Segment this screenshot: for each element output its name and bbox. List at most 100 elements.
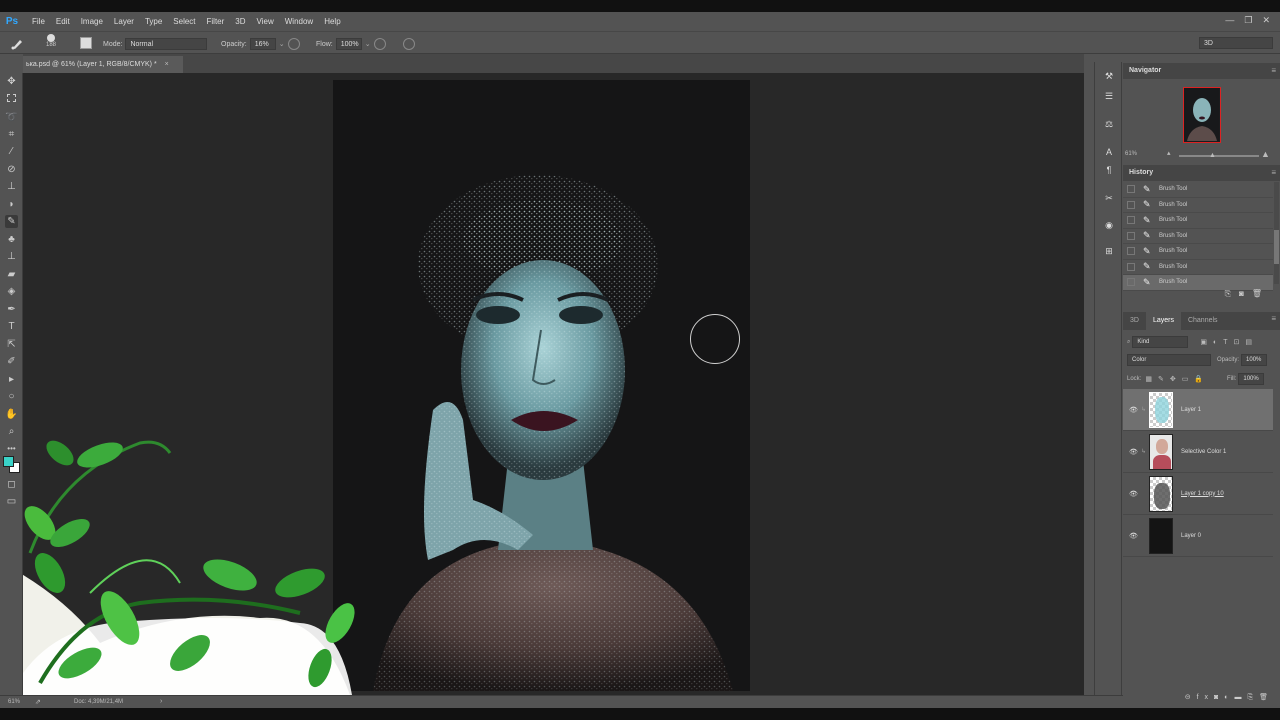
trash-icon[interactable]: 🗑 xyxy=(1259,694,1274,701)
menu-type[interactable]: Type xyxy=(145,17,162,26)
layer-row[interactable]: 👁 ↳ Layer 1 xyxy=(1123,389,1273,431)
blur-icon[interactable]: ▰ xyxy=(5,268,18,281)
menu-file[interactable]: File xyxy=(32,17,45,26)
panel-menu-icon[interactable]: ≡ xyxy=(1271,63,1276,79)
menu-layer[interactable]: Layer xyxy=(114,17,134,26)
lasso-icon[interactable]: ➰ xyxy=(5,111,18,124)
layer-row[interactable]: 👁 Layer 1 copy 10 xyxy=(1123,473,1273,515)
fill-input[interactable]: 100% xyxy=(1238,373,1265,385)
history-snapshot-checkbox[interactable] xyxy=(1127,262,1135,271)
menu-edit[interactable]: Edit xyxy=(56,17,70,26)
mode-select[interactable]: Normal xyxy=(125,38,208,50)
new-group-icon[interactable]: ▬ xyxy=(1235,694,1248,701)
eye-icon[interactable]: 👁 xyxy=(1129,448,1138,456)
adjustment-layer-icon[interactable]: ◐ xyxy=(1224,694,1234,701)
share-icon[interactable]: ⇗ xyxy=(35,698,41,706)
pressure-opacity-icon[interactable] xyxy=(287,38,300,50)
status-menu-arrow-icon[interactable]: › xyxy=(160,698,162,705)
zoom-slider-track[interactable] xyxy=(1179,155,1259,157)
close-button[interactable]: ✕ xyxy=(1262,15,1270,26)
history-item[interactable]: ✎ Brush Tool xyxy=(1123,213,1273,229)
zoom-slider-handle[interactable]: ▲ xyxy=(1209,152,1216,159)
clone-stamp-icon[interactable]: ⊥ xyxy=(5,180,18,193)
navigator-thumbnail[interactable] xyxy=(1183,87,1221,143)
flow-input[interactable]: 100% xyxy=(335,38,362,50)
spot-heal-icon[interactable]: ⊘ xyxy=(5,163,18,176)
opacity-input[interactable]: 16% xyxy=(249,38,276,50)
shape-icon[interactable]: ✐ xyxy=(5,355,18,368)
blend-mode-select[interactable]: Color xyxy=(1127,354,1211,366)
panel-menu-icon[interactable]: ≡ xyxy=(1271,165,1276,181)
brush-size-picker[interactable]: 188 xyxy=(46,34,56,48)
menu-help[interactable]: Help xyxy=(324,17,340,26)
brush-panel-toggle[interactable] xyxy=(80,37,92,49)
lock-icons[interactable]: ▦✎✥▭🔒 xyxy=(1145,375,1209,383)
history-snapshot-checkbox[interactable] xyxy=(1127,278,1135,287)
actions-icon[interactable]: ⊞ xyxy=(1103,245,1115,257)
new-layer-icon[interactable]: ⎘ xyxy=(1248,694,1260,701)
type-icon[interactable]: T xyxy=(5,320,18,333)
hand-tool-icon[interactable]: ✋ xyxy=(5,408,18,421)
opacity-dropdown-icon[interactable]: ⌄ xyxy=(279,40,285,48)
brush-presets-icon[interactable]: ✂ xyxy=(1103,192,1115,204)
zoom-out-icon[interactable]: ▴ xyxy=(1167,149,1171,157)
history-snapshot-checkbox[interactable] xyxy=(1127,216,1135,225)
layer-name[interactable]: Layer 1 xyxy=(1181,407,1273,413)
new-document-from-state-icon[interactable]: ⎘ xyxy=(1225,289,1239,298)
history-item[interactable]: ✎ Brush Tool xyxy=(1123,244,1273,260)
paragraph-icon[interactable]: ¶ xyxy=(1103,164,1115,176)
layer-row[interactable]: 👁 ↳ Selective Color 1 xyxy=(1123,431,1273,473)
trash-icon[interactable]: 🗑 xyxy=(1252,289,1270,298)
menu-filter[interactable]: Filter xyxy=(207,17,225,26)
restore-button[interactable]: ❐ xyxy=(1244,15,1252,26)
layer-name[interactable]: Selective Color 1 xyxy=(1181,449,1273,455)
panel-menu-icon[interactable]: ≡ xyxy=(1271,314,1276,323)
quick-mask-icon[interactable]: ◻ xyxy=(5,478,18,491)
eye-icon[interactable]: 👁 xyxy=(1129,406,1138,414)
hand-icon[interactable]: ▸ xyxy=(5,373,18,386)
tab-3d[interactable]: 3D xyxy=(1123,312,1146,330)
history-snapshot-checkbox[interactable] xyxy=(1127,231,1135,240)
fx-icon[interactable]: fx xyxy=(1197,694,1214,701)
history-item[interactable]: ✎ Brush Tool xyxy=(1123,198,1273,213)
history-scroll-thumb[interactable] xyxy=(1274,230,1279,264)
dodge-icon[interactable]: ◈ xyxy=(5,285,18,298)
layer-opacity-input[interactable]: 100% xyxy=(1241,354,1268,366)
airbrush-icon[interactable] xyxy=(373,38,386,50)
filter-type-icons[interactable]: ▣◐T⊡▤ xyxy=(1200,338,1258,346)
history-snapshot-checkbox[interactable] xyxy=(1127,247,1135,256)
menu-select[interactable]: Select xyxy=(173,17,195,26)
character-icon[interactable]: A xyxy=(1103,146,1115,158)
history-item[interactable]: ✎ Brush Tool xyxy=(1123,182,1273,198)
link-layers-icon[interactable]: ⊝ xyxy=(1185,694,1197,701)
menu-view[interactable]: View xyxy=(257,17,274,26)
eraser-icon[interactable]: ♣ xyxy=(5,233,18,246)
properties-icon[interactable]: ⚖ xyxy=(1103,118,1115,130)
ellipse-icon[interactable]: ○ xyxy=(5,390,18,403)
layer-name[interactable]: Layer 0 xyxy=(1181,533,1273,539)
filter-kind-select[interactable]: Kind xyxy=(1132,336,1189,348)
document-canvas[interactable] xyxy=(333,80,750,691)
tool-presets-icon[interactable]: ⚒ xyxy=(1103,70,1115,82)
tab-channels[interactable]: Channels xyxy=(1181,312,1225,330)
eye-icon[interactable]: 👁 xyxy=(1129,532,1138,540)
eyedropper-icon[interactable]: ⁄ xyxy=(5,145,18,158)
more-icon[interactable]: ••• xyxy=(5,442,18,455)
zoom-in-icon[interactable]: ▲ xyxy=(1261,149,1270,159)
history-snapshot-checkbox[interactable] xyxy=(1127,200,1135,209)
pressure-size-icon[interactable] xyxy=(402,38,415,50)
tool-preset-picker[interactable] xyxy=(10,36,26,50)
canvas-area[interactable] xyxy=(23,73,1084,695)
marquee-icon[interactable] xyxy=(5,93,18,106)
crop-icon[interactable]: ⌗ xyxy=(5,128,18,141)
close-tab-icon[interactable]: × xyxy=(165,61,169,68)
pen-icon[interactable]: ✒ xyxy=(5,303,18,316)
menu-image[interactable]: Image xyxy=(81,17,103,26)
gradient-icon[interactable]: ⊥ xyxy=(5,250,18,263)
status-zoom[interactable]: 61% xyxy=(8,699,20,705)
zoom-icon[interactable]: ⌕ xyxy=(5,425,18,438)
layer-name[interactable]: Layer 1 copy 10 xyxy=(1181,491,1273,497)
clone-source-icon[interactable]: ◉ xyxy=(1103,219,1115,231)
screen-mode-icon[interactable]: ▭ xyxy=(5,495,18,508)
adjustments-icon[interactable]: ☰ xyxy=(1103,90,1115,102)
